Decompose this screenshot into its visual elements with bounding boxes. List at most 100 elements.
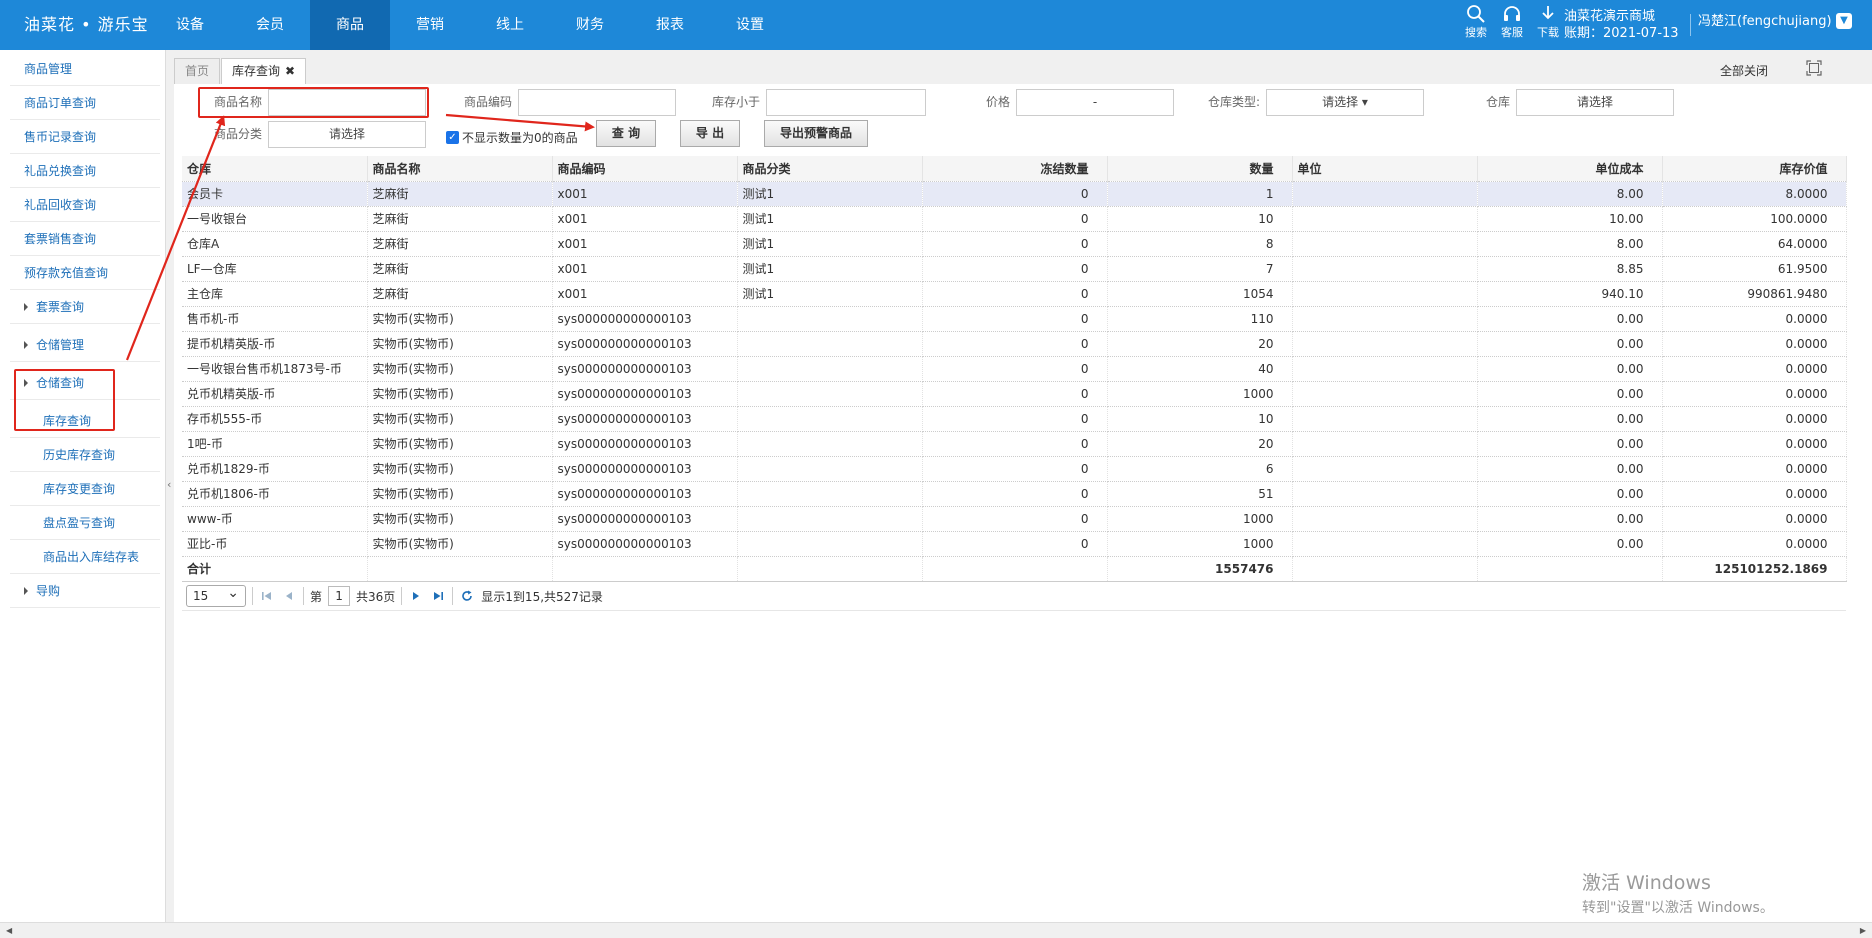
last-page-icon[interactable] — [430, 588, 446, 604]
search-tool[interactable]: 搜索 — [1462, 4, 1490, 40]
table-row[interactable]: 售币机-币 实物币(实物币) sys000000000000103 0 110 0.00 0… — [182, 306, 1847, 332]
tab-stock-query[interactable]: 库存查询 ✖ — [221, 58, 307, 84]
nav-marketing[interactable]: 营销 — [390, 0, 470, 50]
export-warning-button[interactable]: 导出预警商品 — [764, 120, 868, 147]
warehouse-select[interactable]: 请选择 — [1516, 89, 1674, 116]
hide-zero-checkbox[interactable]: ✓ 不显示数量为0的商品 — [446, 129, 578, 146]
table-row[interactable]: 1吧-币 实物币(实物币) sys000000000000103 0 20 0.00 0.0… — [182, 431, 1847, 457]
table-row[interactable]: www-币 实物币(实物币) sys000000000000103 0 1000 0.00… — [182, 506, 1847, 532]
nav-reports[interactable]: 报表 — [630, 0, 710, 50]
sidebar-item-label: 商品订单查询 — [24, 96, 97, 110]
col-unit[interactable]: 单位 — [1292, 156, 1478, 182]
page-size-select[interactable]: 15 — [186, 583, 246, 607]
sidebar-item-coin-sales[interactable]: 售币记录查询 — [10, 120, 160, 154]
scroll-right-icon[interactable]: ▶ — [1860, 926, 1866, 935]
nav-member[interactable]: 会员 — [230, 0, 310, 50]
table-row[interactable]: 兑币机1806-币 实物币(实物币) sys000000000000103 0 51 0.… — [182, 481, 1847, 507]
sidebar-item-goods-orders[interactable]: 商品订单查询 — [10, 86, 160, 120]
table-row[interactable]: 提币机精英版-币 实物币(实物币) sys000000000000103 0 20 0.0… — [182, 331, 1847, 357]
col-goods-name[interactable]: 商品名称 — [367, 156, 553, 182]
col-category[interactable]: 商品分类 — [737, 156, 923, 182]
table-cell: sys000000000000103 — [552, 406, 738, 432]
table-cell: 实物币(实物币) — [367, 356, 553, 382]
export-button[interactable]: 导 出 — [680, 120, 740, 147]
sidebar-item-gift-recycle[interactable]: 礼品回收查询 — [10, 188, 160, 222]
table-row[interactable]: 亚比-币 实物币(实物币) sys000000000000103 0 1000 0.00 0… — [182, 531, 1847, 557]
nav-device[interactable]: 设备 — [150, 0, 230, 50]
table-cell: www-币 — [182, 506, 368, 532]
warehouse-type-select[interactable]: 请选择 ▾ — [1266, 89, 1424, 116]
pager-underline — [182, 610, 1846, 611]
refresh-icon[interactable] — [459, 588, 475, 604]
download-tool[interactable]: 下载 — [1534, 4, 1562, 40]
table-row[interactable]: 主仓库 芝麻街 x001 测试1 0 1054 940.10 990861.9480 — [182, 281, 1847, 307]
sidebar-group-guide[interactable]: 导购 — [10, 574, 160, 608]
sidebar-group-package[interactable]: 套票查询 — [10, 290, 160, 324]
user-menu-chevron-icon[interactable]: ▼ — [1836, 13, 1852, 29]
tab-home[interactable]: 首页 — [174, 58, 221, 84]
close-tab-icon[interactable]: ✖ — [285, 64, 295, 78]
table-cell: 0 — [922, 381, 1108, 407]
col-frozen-qty[interactable]: 冻结数量 — [922, 156, 1108, 182]
sidebar-item-gift-exchange[interactable]: 礼品兑换查询 — [10, 154, 160, 188]
table-total-row: 合计 1557476 125101252.1869 — [182, 556, 1847, 582]
nav-goods[interactable]: 商品 — [310, 0, 390, 50]
table-header-row: 仓库 商品名称 商品编码 商品分类 冻结数量 数量 单位 单位成本 库存价值 — [182, 156, 1847, 182]
col-qty[interactable]: 数量 — [1107, 156, 1293, 182]
table-row[interactable]: LF—仓库 芝麻街 x001 测试1 0 7 8.85 61.9500 — [182, 256, 1847, 282]
table-cell — [1292, 331, 1478, 357]
nav-settings[interactable]: 设置 — [710, 0, 790, 50]
goods-code-input[interactable] — [518, 89, 676, 116]
user-name[interactable]: 冯楚江(fengchujiang) — [1698, 0, 1832, 44]
col-stock-value[interactable]: 库存价值 — [1662, 156, 1847, 182]
sidebar-item-in-out-balance[interactable]: 商品出入库结存表 — [10, 540, 160, 574]
table-row[interactable]: 仓库A 芝麻街 x001 测试1 0 8 8.00 64.0000 — [182, 231, 1847, 257]
table-row[interactable]: 存币机555-币 实物币(实物币) sys000000000000103 0 10 0.0… — [182, 406, 1847, 432]
col-warehouse[interactable]: 仓库 — [182, 156, 368, 182]
next-page-icon[interactable] — [408, 588, 424, 604]
annotation-box-storage-query — [14, 369, 115, 431]
table-cell: 实物币(实物币) — [367, 481, 553, 507]
sidebar-item-goods-manage[interactable]: 商品管理 — [10, 52, 160, 86]
price-range-input[interactable]: - — [1016, 89, 1174, 116]
page-number-input[interactable]: 1 — [328, 586, 351, 606]
table-row[interactable]: 兑币机精英版-币 实物币(实物币) sys000000000000103 0 1000 0… — [182, 381, 1847, 407]
table-cell: 芝麻街 — [367, 256, 553, 282]
col-unit-cost[interactable]: 单位成本 — [1477, 156, 1663, 182]
sidebar-group-storage-manage[interactable]: 仓储管理 — [10, 328, 160, 362]
sidebar-item-stock-change[interactable]: 库存变更查询 — [10, 472, 160, 506]
table-cell — [737, 406, 923, 432]
fullscreen-icon[interactable] — [1806, 60, 1822, 76]
table-cell: x001 — [552, 281, 738, 307]
support-tool[interactable]: 客服 — [1498, 4, 1526, 40]
table-cell: LF—仓库 — [182, 256, 368, 282]
sidebar-item-label: 盘点盈亏查询 — [43, 516, 116, 530]
nav-finance[interactable]: 财务 — [550, 0, 630, 50]
category-select[interactable]: 请选择 — [268, 121, 426, 148]
table-cell: 10 — [1107, 406, 1293, 432]
stock-less-than-input[interactable] — [766, 89, 926, 116]
prev-page-icon[interactable] — [281, 588, 297, 604]
sidebar-item-package-sales[interactable]: 套票销售查询 — [10, 222, 160, 256]
table-cell: 存币机555-币 — [182, 406, 368, 432]
table-cell: 20 — [1107, 431, 1293, 457]
horizontal-scrollbar[interactable]: ◀ ▶ — [0, 922, 1872, 938]
sidebar-item-inventory-check[interactable]: 盘点盈亏查询 — [10, 506, 160, 540]
table-row[interactable]: 兑币机1829-币 实物币(实物币) sys000000000000103 0 6 0.0… — [182, 456, 1847, 482]
nav-online[interactable]: 线上 — [470, 0, 550, 50]
table-row[interactable]: 一号收银台 芝麻街 x001 测试1 0 10 10.00 100.0000 — [182, 206, 1847, 232]
table-cell — [737, 481, 923, 507]
query-button[interactable]: 查 询 — [596, 120, 656, 147]
table-row[interactable]: 一号收银台售币机1873号-币 实物币(实物币) sys00000000000010… — [182, 356, 1847, 382]
table-row[interactable]: 会员卡 芝麻街 x001 测试1 0 1 8.00 8.0000 — [182, 181, 1847, 207]
sidebar-item-deposit-recharge[interactable]: 预存款充值查询 — [10, 256, 160, 290]
close-all-button[interactable]: 全部关闭 — [1720, 62, 1768, 79]
scroll-left-icon[interactable]: ◀ — [6, 926, 12, 935]
sidebar-item-history-stock[interactable]: 历史库存查询 — [10, 438, 160, 472]
sidebar-collapse-icon[interactable]: ‹ — [167, 478, 171, 491]
first-page-icon[interactable] — [259, 588, 275, 604]
col-goods-code[interactable]: 商品编码 — [552, 156, 738, 182]
table-cell: 兑币机1806-币 — [182, 481, 368, 507]
table-cell: 0.00 — [1477, 506, 1663, 532]
table-cell: x001 — [552, 181, 738, 207]
